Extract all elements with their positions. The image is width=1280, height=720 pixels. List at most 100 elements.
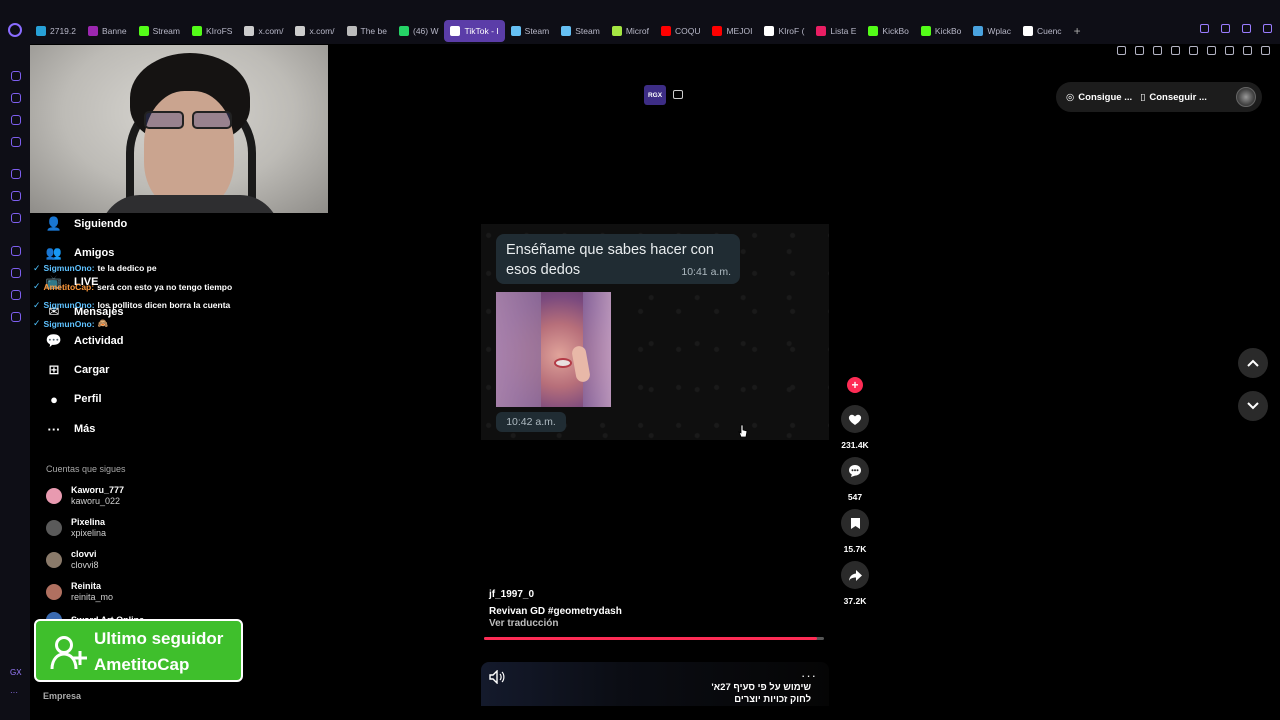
sidebar-app-icon[interactable] — [11, 71, 21, 81]
more-options-icon[interactable]: ··· — [801, 668, 817, 683]
browser-tab[interactable]: Steam — [555, 20, 606, 42]
chat-username: SigmunOno: — [43, 318, 95, 329]
settings-icon[interactable] — [11, 312, 21, 322]
browser-tab[interactable]: 2719.2 — [30, 20, 82, 42]
picture-in-picture-icon[interactable] — [673, 90, 683, 99]
browser-tab[interactable]: TikTok - I — [444, 20, 505, 42]
tab-favicon-icon — [88, 26, 98, 36]
search-tabs-icon[interactable] — [1200, 24, 1209, 33]
next-video-preview[interactable]: ··· שימוש על פי סעיף 27א' לחוק זכויות יו… — [481, 662, 829, 706]
heart-icon[interactable] — [1207, 46, 1216, 55]
maximize-icon[interactable] — [1242, 24, 1251, 33]
chat-text: te la dedico pe — [97, 263, 157, 274]
chat-text: los pollitos dicen borra la cuenta — [97, 300, 231, 311]
nav-item-más[interactable]: ··· Más — [46, 421, 96, 437]
minimize-icon[interactable] — [1221, 24, 1230, 33]
screenshot-icon[interactable] — [1135, 46, 1144, 55]
new-tab-button[interactable]: + — [1068, 20, 1087, 42]
browser-tab[interactable]: Steam — [505, 20, 556, 42]
pin-icon[interactable] — [1117, 46, 1126, 55]
browser-tab[interactable]: Banne — [82, 20, 133, 42]
browser-tab[interactable]: Microf — [606, 20, 655, 42]
nav-item-siguiendo[interactable]: 👤 Siguiendo — [46, 216, 127, 232]
phone-icon: ▯ — [1140, 91, 1146, 103]
nav-item-perfil[interactable]: ● Perfil — [46, 391, 101, 407]
download-icon[interactable] — [1243, 46, 1252, 55]
verified-check-icon: ✓ — [33, 299, 41, 310]
comment-action[interactable]: 547 — [841, 457, 869, 502]
sidebar-app-icon[interactable] — [11, 246, 21, 256]
tab-label: The be — [360, 26, 387, 36]
video-player[interactable]: Enséñame que sabes hacer con esos dedos … — [481, 224, 829, 440]
next-video-button[interactable] — [1238, 391, 1268, 421]
user-avatar[interactable] — [1236, 87, 1256, 107]
tab-favicon-icon — [398, 26, 409, 36]
sidebar-app-icon[interactable] — [11, 93, 21, 103]
get-app-button[interactable]: ▯ Conseguir ... — [1140, 92, 1207, 103]
followed-account[interactable]: Reinita reinita_mo — [46, 581, 113, 603]
history-icon[interactable] — [11, 268, 21, 278]
video-author[interactable]: jf_1997_0 — [489, 589, 534, 600]
mouse-cursor-icon — [738, 424, 748, 438]
share-count: 37.2K — [843, 596, 867, 606]
browser-tab[interactable]: COQU — [655, 20, 707, 42]
account-icon[interactable] — [1225, 46, 1234, 55]
followed-account[interactable]: Kaworu_777 kaworu_022 — [46, 485, 124, 507]
translate-icon[interactable] — [1171, 46, 1180, 55]
rgx-badge[interactable]: RGX — [644, 85, 666, 105]
tab-label: KickBo — [934, 26, 962, 36]
like-action[interactable]: 231.4K — [841, 405, 869, 450]
play-icon[interactable] — [1189, 46, 1198, 55]
menu-icon[interactable] — [1261, 46, 1270, 55]
browser-tab[interactable]: Cuenc — [1017, 20, 1068, 42]
browser-tab[interactable]: The be — [341, 20, 393, 42]
followed-account[interactable]: Pixelina xpixelina — [46, 517, 106, 539]
browser-tab[interactable]: Wplac — [967, 20, 1017, 42]
browser-tab[interactable]: KickBo — [862, 20, 914, 42]
sidebar-app-icon[interactable] — [11, 290, 21, 300]
previous-video-button[interactable] — [1238, 348, 1268, 378]
see-translation-link[interactable]: Ver traducción — [489, 618, 558, 629]
browser-tab[interactable]: (46) W — [393, 20, 445, 42]
browser-tab[interactable]: KickBo — [915, 20, 967, 42]
share-action[interactable]: 37.2K — [841, 561, 869, 606]
sidebar-app-icon[interactable] — [11, 137, 21, 147]
tab-label: Wplac — [987, 26, 1011, 36]
sidebar-more-icon[interactable]: ··· — [10, 688, 18, 697]
x-icon[interactable] — [11, 213, 21, 223]
tab-label: Steam — [575, 26, 600, 36]
sidebar-app-icon[interactable] — [11, 115, 21, 125]
sidebar-app-icon[interactable] — [11, 169, 21, 179]
following-accounts-title: Cuentas que sigues — [46, 464, 126, 474]
get-coins-button[interactable]: ◎ Consigue ... — [1066, 92, 1132, 103]
account-name: clovvi — [71, 549, 97, 559]
tab-favicon-icon — [244, 26, 255, 36]
browser-tab[interactable]: KIroF ( — [758, 20, 810, 42]
browser-tab[interactable]: MEJOI — [706, 20, 758, 42]
nav-item-actividad[interactable]: 💬 Actividad — [46, 333, 124, 349]
save-action[interactable]: 15.7K — [841, 509, 869, 554]
shirt-shape — [100, 195, 280, 213]
opera-logo-icon[interactable] — [8, 23, 22, 37]
browser-tab[interactable]: x.com/ — [289, 20, 340, 42]
volume-icon[interactable] — [489, 670, 505, 684]
footer-company-link[interactable]: Empresa — [43, 691, 81, 701]
vpn-icon[interactable] — [1153, 46, 1162, 55]
twitch-icon[interactable] — [11, 191, 21, 201]
copyright-line-1: שימוש על פי סעיף 27א' — [711, 682, 811, 693]
browser-tab[interactable]: Stream — [133, 20, 186, 42]
chat-bubble: Enséñame que sabes hacer con esos dedos … — [496, 234, 740, 284]
browser-tab[interactable]: x.com/ — [238, 20, 289, 42]
close-icon[interactable] — [1263, 24, 1272, 33]
tab-favicon-icon — [346, 26, 357, 36]
browser-tab[interactable]: KIroFS — [186, 20, 238, 42]
tab-label: Cuenc — [1036, 26, 1062, 36]
video-progress-bar[interactable] — [484, 637, 824, 640]
nav-item-label: Actividad — [74, 335, 124, 347]
tab-label: x.com/ — [309, 26, 335, 36]
follow-creator-button[interactable]: + — [847, 377, 863, 393]
browser-tab[interactable]: Lista E — [810, 20, 862, 42]
followed-account[interactable]: clovvi clovvi8 — [46, 549, 99, 571]
tab-favicon-icon — [764, 26, 775, 36]
nav-item-cargar[interactable]: ⊞ Cargar — [46, 362, 110, 378]
